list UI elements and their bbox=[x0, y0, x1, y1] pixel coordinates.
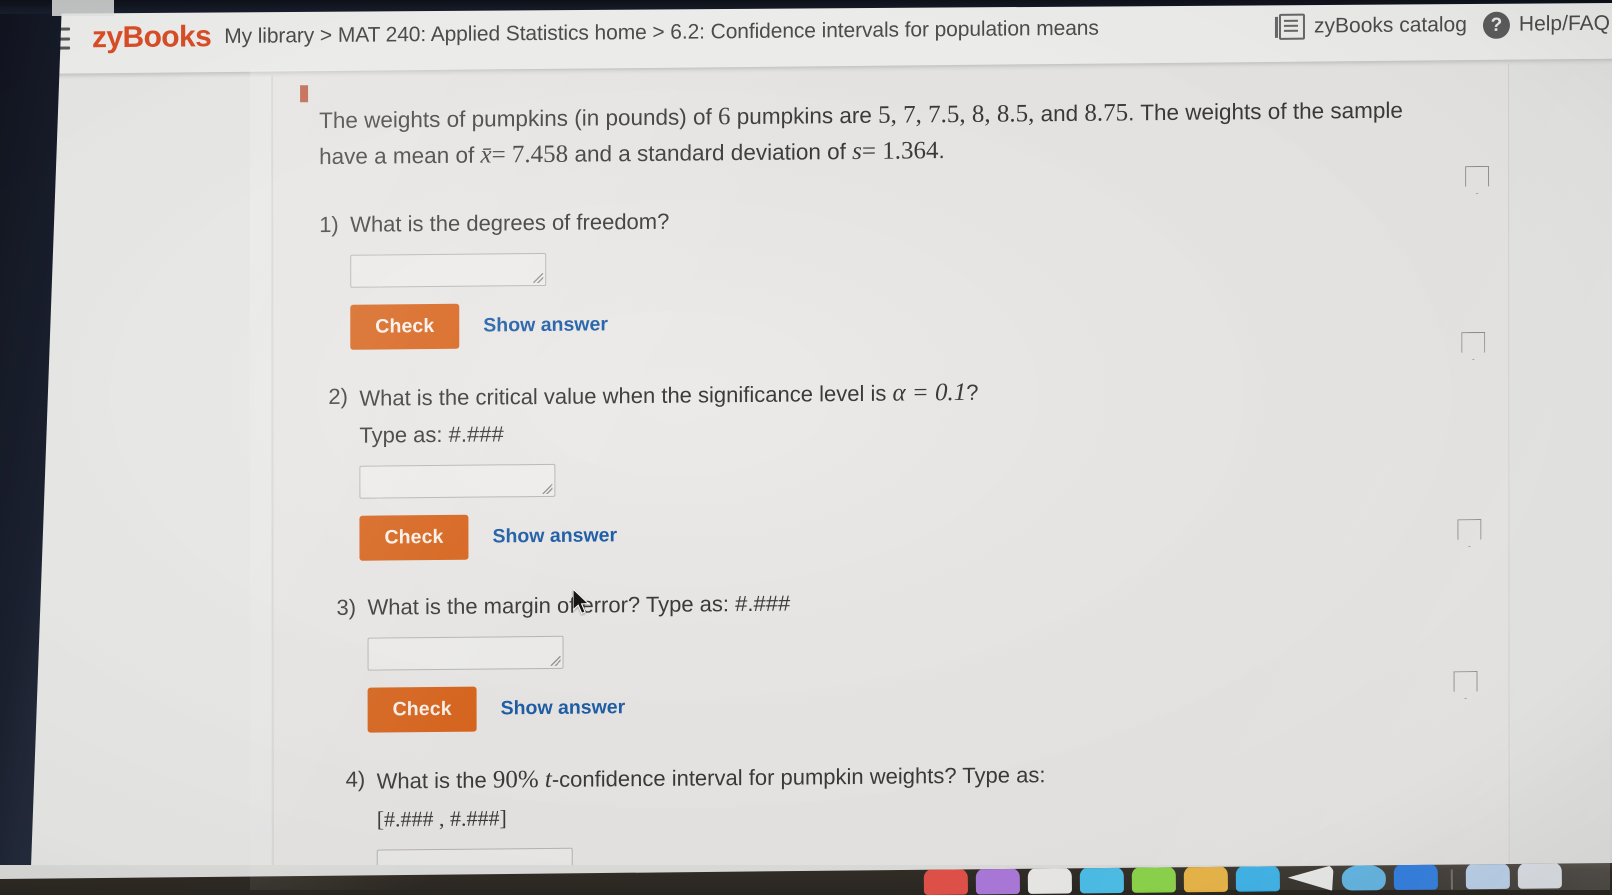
help-faq-label: Help/FAQ bbox=[1518, 11, 1610, 36]
question-circle-icon: ? bbox=[1482, 11, 1510, 39]
section-progress-marker bbox=[300, 85, 309, 103]
question-4-text-b: -confidence interval for pumpkin weights… bbox=[551, 762, 1046, 792]
question-2-answer-area: Check Show answer bbox=[359, 455, 1494, 561]
question-4-text: What is the 90% t-confidence interval fo… bbox=[377, 752, 1495, 835]
prompt-text-2: pumpkins are bbox=[730, 102, 879, 130]
dock-icon-purple[interactable] bbox=[975, 867, 1020, 895]
question-3-button-row: Check Show answer bbox=[367, 677, 1495, 733]
question-2-text-b: ? bbox=[966, 379, 979, 405]
question-4-t-symbol: t bbox=[538, 765, 552, 794]
dock-icon-mail[interactable] bbox=[1393, 863, 1438, 891]
question-1-button-row: Check Show answer bbox=[350, 293, 1494, 350]
zybooks-catalog-label: zyBooks catalog bbox=[1313, 13, 1467, 38]
dock-icon-pale[interactable] bbox=[1517, 863, 1562, 889]
question-3-show-answer-link[interactable]: Show answer bbox=[501, 696, 626, 720]
monitor-bezel-notch bbox=[52, 0, 114, 16]
question-2-button-row: Check Show answer bbox=[359, 505, 1494, 561]
exercise-inner: The weights of pumpkins (in pounds) of 6… bbox=[319, 92, 1495, 894]
prompt-last-value: 8.75 bbox=[1084, 99, 1129, 127]
question-2-text-a: What is the critical value when the sign… bbox=[359, 380, 893, 411]
prompt-sd-symbol: s bbox=[852, 138, 862, 166]
prompt-text-1: The weights of pumpkins (in pounds) of bbox=[319, 104, 719, 134]
question-2-text: What is the critical value when the sign… bbox=[359, 368, 1494, 451]
prompt-text-5: and a standard deviation of bbox=[568, 139, 853, 167]
exercise-content-panel: The weights of pumpkins (in pounds) of 6… bbox=[272, 63, 1510, 894]
question-1-answer-input[interactable] bbox=[350, 252, 547, 288]
prompt-text-6: . bbox=[938, 138, 945, 164]
prompt-values: 5, 7, 7.5, 8, 8.5, bbox=[878, 100, 1035, 129]
screenshot-stage: zyBooks My library > MAT 240: Applied St… bbox=[0, 0, 1612, 895]
dock-icon-white[interactable] bbox=[1027, 867, 1072, 894]
topbar-right-actions: zyBooks catalog ? Help/FAQ bbox=[1278, 10, 1612, 40]
question-4-confidence-level: 90% bbox=[492, 766, 539, 794]
question-1-answer-area: Check Show answer bbox=[350, 243, 1494, 350]
question-3-answer-input[interactable] bbox=[367, 635, 564, 671]
question-1-prompt: 1) What is the degrees of freedom? bbox=[319, 196, 1494, 240]
question-2-answer-input[interactable] bbox=[359, 463, 556, 499]
zybooks-logo[interactable]: zyBooks bbox=[92, 20, 211, 55]
dock-icon-safari[interactable] bbox=[1341, 864, 1386, 891]
question-1-show-answer-link[interactable]: Show answer bbox=[483, 313, 608, 337]
help-faq-link[interactable]: ? Help/FAQ bbox=[1482, 10, 1610, 39]
left-sidebar bbox=[26, 75, 273, 895]
dock-icon-cyan[interactable] bbox=[1079, 866, 1124, 894]
question-block-1: 1) What is the degrees of freedom? Check… bbox=[319, 196, 1494, 350]
question-1-text: What is the degrees of freedom? bbox=[350, 208, 670, 237]
question-3-check-button[interactable]: Check bbox=[367, 686, 477, 733]
question-4-format-hint: [#.### , #.###] bbox=[376, 804, 507, 832]
question-2-alpha-expression: α = 0.1 bbox=[892, 378, 967, 407]
dock-icon-blue[interactable] bbox=[1235, 865, 1280, 892]
question-2-check-button[interactable]: Check bbox=[359, 514, 469, 561]
question-2-prompt: 2) What is the critical value when the s… bbox=[328, 368, 1494, 452]
question-2-number: 2) bbox=[328, 383, 348, 409]
prompt-mean-symbol: x̄ bbox=[480, 141, 492, 169]
problem-statement: The weights of pumpkins (in pounds) of 6… bbox=[319, 92, 1449, 175]
question-2-show-answer-link[interactable]: Show answer bbox=[492, 524, 617, 548]
question-1-number: 1) bbox=[319, 211, 339, 237]
question-3-answer-area: Check Show answer bbox=[367, 627, 1495, 733]
question-block-3: 3) What is the margin of error? Type as:… bbox=[337, 580, 1495, 733]
right-outer-rail bbox=[1507, 62, 1612, 882]
page-body: The weights of pumpkins (in pounds) of 6… bbox=[18, 58, 1612, 895]
question-4-text-a: What is the bbox=[376, 767, 493, 794]
prompt-mean-value: = 7.458 bbox=[491, 140, 569, 169]
dock-icon-finder-arrow[interactable] bbox=[1288, 865, 1334, 891]
question-3-number: 3) bbox=[336, 594, 357, 620]
breadcrumb[interactable]: My library > MAT 240: Applied Statistics… bbox=[224, 17, 1099, 49]
monitor-screen: zyBooks My library > MAT 240: Applied St… bbox=[18, 0, 1612, 895]
dock-icon-amber[interactable] bbox=[1183, 865, 1228, 893]
dock-separator bbox=[1450, 869, 1453, 890]
prompt-sd-value: = 1.364 bbox=[861, 137, 939, 166]
dock-icon-lightblue[interactable] bbox=[1465, 863, 1510, 890]
book-catalog-icon bbox=[1278, 13, 1306, 40]
question-4-prompt: 4) What is the 90% t-confidence interval… bbox=[346, 752, 1495, 836]
question-1-check-button[interactable]: Check bbox=[350, 303, 460, 350]
zybooks-catalog-link[interactable]: zyBooks catalog bbox=[1278, 12, 1467, 40]
prompt-text-3: and bbox=[1034, 100, 1085, 127]
dock-icon-green[interactable] bbox=[1131, 866, 1176, 893]
question-3-prompt: 3) What is the margin of error? Type as:… bbox=[337, 580, 1495, 624]
prompt-sample-size: 6 bbox=[718, 103, 731, 131]
question-block-2: 2) What is the critical value when the s… bbox=[328, 368, 1494, 561]
question-2-format-hint: Type as: #.### bbox=[359, 421, 504, 448]
question-3-text: What is the margin of error? Type as: #.… bbox=[367, 590, 791, 620]
dock-icon-red[interactable] bbox=[923, 868, 968, 895]
question-4-number: 4) bbox=[345, 766, 366, 792]
